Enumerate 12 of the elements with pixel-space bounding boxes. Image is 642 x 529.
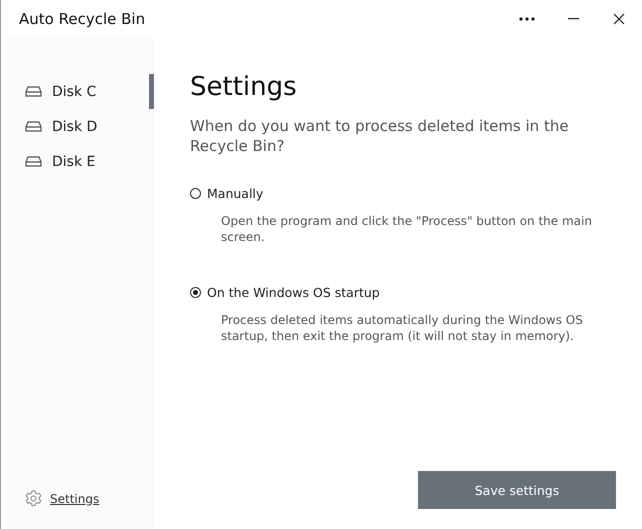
radio-option[interactable]: On the Windows OS startup (190, 285, 380, 300)
window-title: Auto Recycle Bin (19, 10, 146, 28)
disk-item[interactable]: Disk D (9, 109, 154, 144)
settings-link[interactable]: Settings (50, 492, 100, 506)
radio-option[interactable]: Manually (190, 186, 264, 201)
page-heading: Settings (190, 72, 298, 102)
option-description: Open the program and click the "Process" button on the main screen. (221, 213, 593, 245)
question-text: When do you want to process deleted items in the Recycle Bin? (190, 116, 570, 156)
option-description: Process deleted items automatically during the Windows OS startup, then exit the program (it will not stay in memory). (221, 312, 584, 344)
save-button[interactable]: Save settings (418, 471, 616, 509)
disk-item[interactable]: Disk C (9, 74, 154, 109)
disk-item[interactable]: Disk E (9, 144, 154, 179)
